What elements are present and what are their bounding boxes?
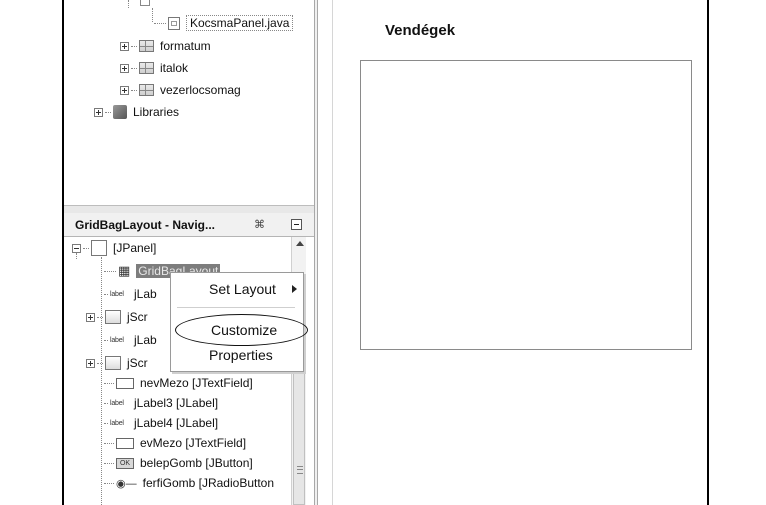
nav-item-jlabel4[interactable]: label jLabel4 [JLabel] [102,413,218,433]
radiobutton-icon: ◉— [116,477,137,490]
tree-connector [104,293,108,295]
nav-item-label: jLabel4 [JLabel] [134,416,219,430]
nav-item-jlabel[interactable]: label jLab [102,330,157,350]
project-tree-pane: KocsmaPanel.java formatum italok vezerlo… [64,0,314,205]
scroll-up-arrow-icon[interactable] [296,241,304,246]
textfield-icon [116,377,134,389]
submenu-arrow-icon [292,285,297,293]
tree-item-label: formatum [160,39,211,53]
java-file-icon [168,16,180,30]
tree-connector [104,462,114,464]
panel-icon [91,240,107,256]
tree-connector [131,67,137,69]
expand-icon[interactable] [94,107,103,117]
tree-connector [131,45,137,47]
form-title-label: Vendégek [385,22,456,39]
nav-item-label: jLab [134,287,157,301]
nav-item-label: jScr [127,310,148,324]
minimize-icon[interactable] [291,219,302,230]
nav-item-label: jScr [127,356,148,370]
scrollpane-icon [105,356,121,370]
expand-icon[interactable] [86,358,95,368]
menu-item-label: Customize [211,322,278,338]
nav-item-jlabel[interactable]: label jLab [102,284,157,304]
label-icon: label [110,336,124,344]
tree-connector [104,382,114,384]
guest-list-box[interactable] [360,60,692,350]
nav-item-nevmezo[interactable]: nevMezo [JTextField] [102,373,253,393]
tree-connector [104,422,108,424]
expand-icon[interactable] [120,85,129,95]
nav-item-ferfigomb[interactable]: ◉— ferfiGomb [JRadioButton [102,473,274,493]
nav-item-jpanel[interactable]: [JPanel] [72,238,156,258]
expand-icon[interactable] [86,312,95,322]
tree-line [128,0,130,8]
pane-splitter[interactable] [64,205,314,213]
label-icon: label [110,399,124,407]
expand-icon[interactable] [120,41,129,51]
tree-item-libraries[interactable]: Libraries [94,103,179,121]
nav-item-jlabel3[interactable]: label jLabel3 [JLabel] [102,393,218,413]
nav-item-label: [JPanel] [113,241,157,255]
tree-connector [104,482,114,484]
libraries-icon [113,105,127,119]
scrollpane-icon [105,310,121,324]
tree-connector [83,247,89,249]
tree-connector [104,270,116,272]
nav-item-label: nevMezo [JTextField] [140,376,253,390]
label-icon: label [110,290,124,298]
nav-item-label: belepGomb [JButton] [140,456,253,470]
nav-item-label: jLabel3 [JLabel] [134,396,219,410]
menu-item-properties[interactable]: Properties [171,343,303,367]
tree-connector [105,111,111,113]
tree-item-vezerlocsomag[interactable]: vezerlocsomag [120,81,241,99]
nav-item-jscrollpane[interactable]: jScr [86,307,148,327]
nav-item-label: evMezo [JTextField] [140,436,247,450]
tree-item-formatum[interactable]: formatum [120,37,211,55]
tree-item-label: Libraries [133,105,180,119]
tree-item-italok[interactable]: italok [120,59,188,77]
tree-item-label: italok [160,61,189,75]
scroll-grip-icon [297,466,303,474]
tree-item-kocsmapanel[interactable]: KocsmaPanel.java [152,14,294,32]
package-icon [139,84,154,96]
tree-connector [154,22,166,24]
frame-right-border [707,0,709,505]
tree-connector [97,362,103,364]
menu-item-set-layout[interactable]: Set Layout [171,277,303,301]
nav-item-label: jLab [134,333,157,347]
expand-icon[interactable] [120,63,129,73]
nav-item-belepgomb[interactable]: OK belepGomb [JButton] [102,453,253,473]
tree-connector [104,442,114,444]
tree-item-label: vezerlocsomag [160,83,241,97]
menu-item-customize[interactable]: Customize [171,318,303,342]
menu-item-label: Properties [209,347,273,363]
form-border-line [332,0,333,505]
navigator-header: GridBagLayout - Navig... ⌘ [64,213,314,237]
nav-item-evmezo[interactable]: evMezo [JTextField] [102,433,246,453]
label-icon: label [110,419,124,427]
folder-icon-partial [140,0,150,6]
package-icon [139,62,154,74]
close-icon[interactable]: ⌘ [254,218,265,231]
tree-item-label: KocsmaPanel.java [186,15,294,31]
menu-item-label: Set Layout [209,281,276,297]
navigator-title: GridBagLayout - Navig... [75,218,216,232]
menu-separator [177,307,295,308]
tree-connector [104,339,108,341]
package-icon [139,40,154,52]
nav-item-jscrollpane[interactable]: jScr [86,353,148,373]
tree-connector [104,402,108,404]
nav-item-label: ferfiGomb [JRadioButton [142,476,275,490]
button-icon: OK [116,457,134,469]
tree-connector [97,316,103,318]
gridbag-icon: ▦ [118,263,131,278]
textfield-icon [116,437,134,449]
collapse-icon[interactable] [72,243,81,253]
context-menu: Set Layout Customize Properties [170,272,304,372]
tree-connector [131,89,137,91]
